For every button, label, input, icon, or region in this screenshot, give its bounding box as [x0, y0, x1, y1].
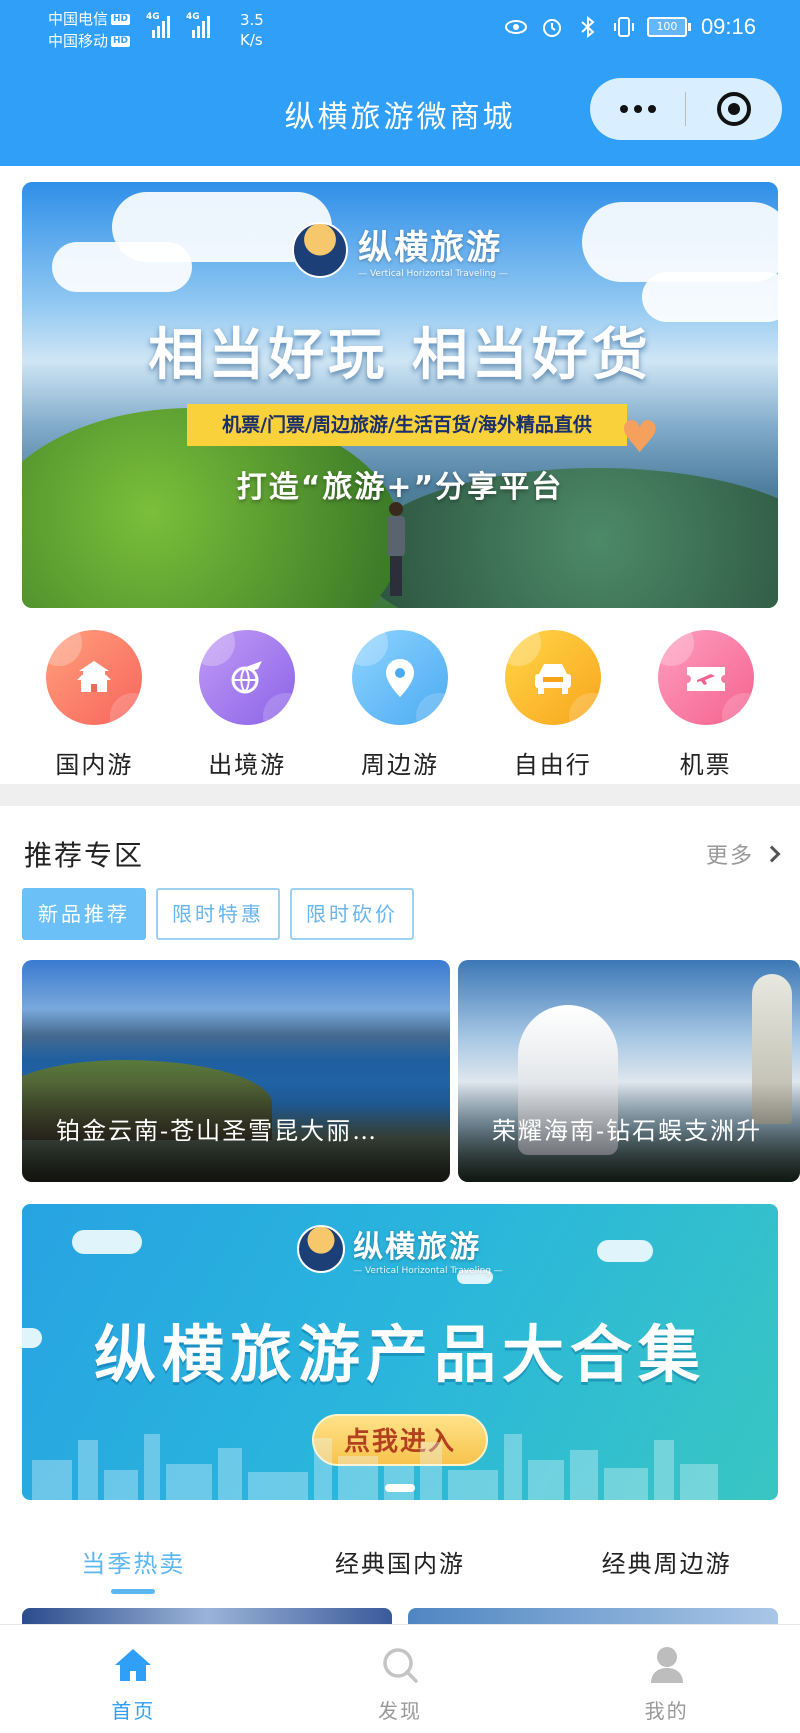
title-bar: 纵横旅游微商城 — [0, 70, 800, 154]
brand-logo: 纵横旅游 — Vertical Horizontal Traveling — — [22, 220, 778, 279]
brand-logo: 纵横旅游 — Vertical Horizontal Traveling — — [22, 1222, 778, 1276]
search-icon — [378, 1643, 422, 1687]
eye-icon — [503, 14, 529, 40]
banner-services: 机票/门票/周边旅游/生活百货/海外精品直供 — [187, 404, 627, 446]
category-label: 自由行 — [513, 751, 592, 779]
signal-icon: 4G — [186, 12, 212, 38]
recommend-carousel[interactable]: 铂金云南-苍山圣雪昆大丽… 荣耀海南-钻石蜈支洲升 — [22, 960, 800, 1182]
chevron-right-icon — [763, 845, 781, 863]
battery-icon: 100 — [646, 17, 691, 37]
section-title: 推荐专区 — [24, 839, 145, 872]
product-title: 铂金云南-苍山圣雪昆大丽… — [56, 1117, 379, 1145]
section-divider — [0, 784, 800, 806]
tab-season-hot[interactable]: 当季热卖 — [0, 1530, 267, 1600]
brand-name: 纵横旅游 — [358, 228, 503, 268]
status-bar: 中国电信 HD 中国移动 HD 4G 4G 3.5 K/s 100 09:16 — [0, 0, 800, 60]
globe-plane-icon — [199, 630, 296, 725]
hiker-figure — [382, 502, 410, 602]
signal-icon: 4G — [146, 12, 172, 38]
category-label: 出境游 — [208, 751, 287, 779]
miniprogram-capsule — [590, 78, 782, 140]
category-label: 机票 — [679, 751, 732, 779]
carrier-2: 中国移动 — [48, 32, 109, 50]
banner-slogan: 打造“旅游+”分享平台 — [236, 470, 564, 505]
more-link[interactable]: 更多 — [705, 838, 781, 870]
banner-headline: 相当好玩 相当好货 — [148, 323, 652, 388]
vibrate-icon — [611, 14, 637, 40]
brand-subtitle: — Vertical Horizontal Traveling — — [358, 269, 508, 279]
more-dots-icon — [619, 105, 628, 113]
product-card[interactable]: 铂金云南-苍山圣雪昆大丽… — [22, 960, 450, 1182]
location-pin-icon — [351, 630, 448, 725]
tab-classic-nearby[interactable]: 经典周边游 — [533, 1530, 800, 1600]
target-icon — [716, 92, 751, 126]
nav-discover[interactable]: 发现 — [267, 1625, 534, 1733]
temple-icon — [46, 630, 143, 725]
nav-label: 我的 — [644, 1699, 689, 1723]
carrier-info: 中国电信 HD 中国移动 HD — [48, 8, 131, 52]
nav-label: 首页 — [111, 1699, 156, 1723]
hot-tabs: 当季热卖 经典国内游 经典周边游 — [0, 1530, 800, 1600]
logo-icon — [297, 1225, 346, 1273]
car-icon — [504, 630, 601, 725]
hd-badge: HD — [111, 35, 131, 47]
nav-label: 发现 — [378, 1699, 422, 1723]
promo-banner[interactable]: 纵横旅游 — Vertical Horizontal Traveling — 纵… — [22, 1204, 778, 1500]
more-label: 更多 — [705, 844, 754, 869]
category-flight[interactable]: 机票 — [641, 630, 771, 780]
brand-name: 纵横旅游 — [353, 1230, 482, 1265]
category-outbound[interactable]: 出境游 — [182, 630, 312, 780]
category-nav: 国内游 出境游 周边游 自由行 机票 — [0, 630, 800, 780]
bluetooth-icon — [575, 14, 601, 40]
clock: 09:16 — [700, 14, 756, 39]
tab-new-products[interactable]: 新品推荐 — [22, 888, 146, 940]
promo-title: 纵横旅游产品大合集 — [93, 1318, 706, 1391]
category-label: 国内游 — [55, 751, 134, 779]
category-nearby[interactable]: 周边游 — [335, 630, 465, 780]
product-card[interactable]: 荣耀海南-钻石蜈支洲升 — [458, 960, 800, 1182]
signal-strength: 4G 4G — [146, 12, 212, 38]
app-header: 中国电信 HD 中国移动 HD 4G 4G 3.5 K/s 100 09:16 … — [0, 0, 800, 166]
alarm-icon — [539, 14, 565, 40]
home-icon — [111, 1643, 155, 1687]
hero-banner[interactable]: 纵横旅游 — Vertical Horizontal Traveling — 相… — [22, 182, 778, 608]
recommend-header: 推荐专区 更多 — [22, 830, 781, 874]
heart-icon: ♥ — [620, 412, 660, 463]
hd-badge: HD — [111, 13, 131, 25]
tab-bargain[interactable]: 限时砍价 — [290, 888, 414, 940]
tab-limited-offer[interactable]: 限时特惠 — [156, 888, 280, 940]
bottom-tab-bar: 首页 发现 我的 — [0, 1624, 800, 1733]
carousel-indicator — [22, 1484, 778, 1492]
carrier-1: 中国电信 — [48, 10, 109, 28]
category-self-guided[interactable]: 自由行 — [488, 630, 618, 780]
category-domestic[interactable]: 国内游 — [29, 630, 159, 780]
product-title: 荣耀海南-钻石蜈支洲升 — [492, 1117, 763, 1145]
user-icon — [645, 1643, 689, 1687]
tab-classic-domestic[interactable]: 经典国内游 — [267, 1530, 534, 1600]
net-speed: 3.5 K/s — [240, 11, 264, 49]
nav-profile[interactable]: 我的 — [533, 1625, 800, 1733]
logo-icon — [292, 221, 349, 278]
more-button[interactable] — [590, 78, 685, 140]
close-miniprogram-button[interactable] — [686, 78, 781, 140]
nav-home[interactable]: 首页 — [0, 1625, 267, 1733]
brand-subtitle: — Vertical Horizontal Traveling — — [353, 1266, 503, 1276]
status-icons: 100 09:16 — [503, 14, 756, 40]
category-label: 周边游 — [360, 751, 439, 779]
plane-ticket-icon — [657, 630, 754, 725]
recommend-tabs: 新品推荐 限时特惠 限时砍价 — [22, 888, 414, 940]
